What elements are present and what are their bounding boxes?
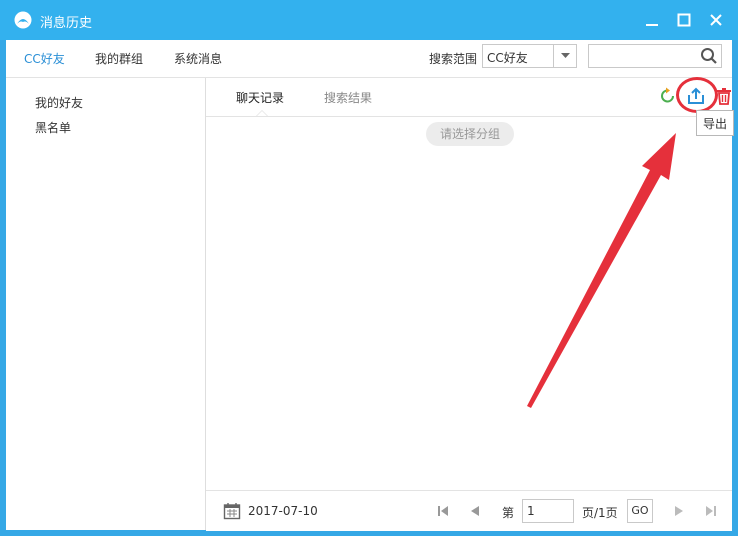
annotation-arrow [527,133,676,408]
